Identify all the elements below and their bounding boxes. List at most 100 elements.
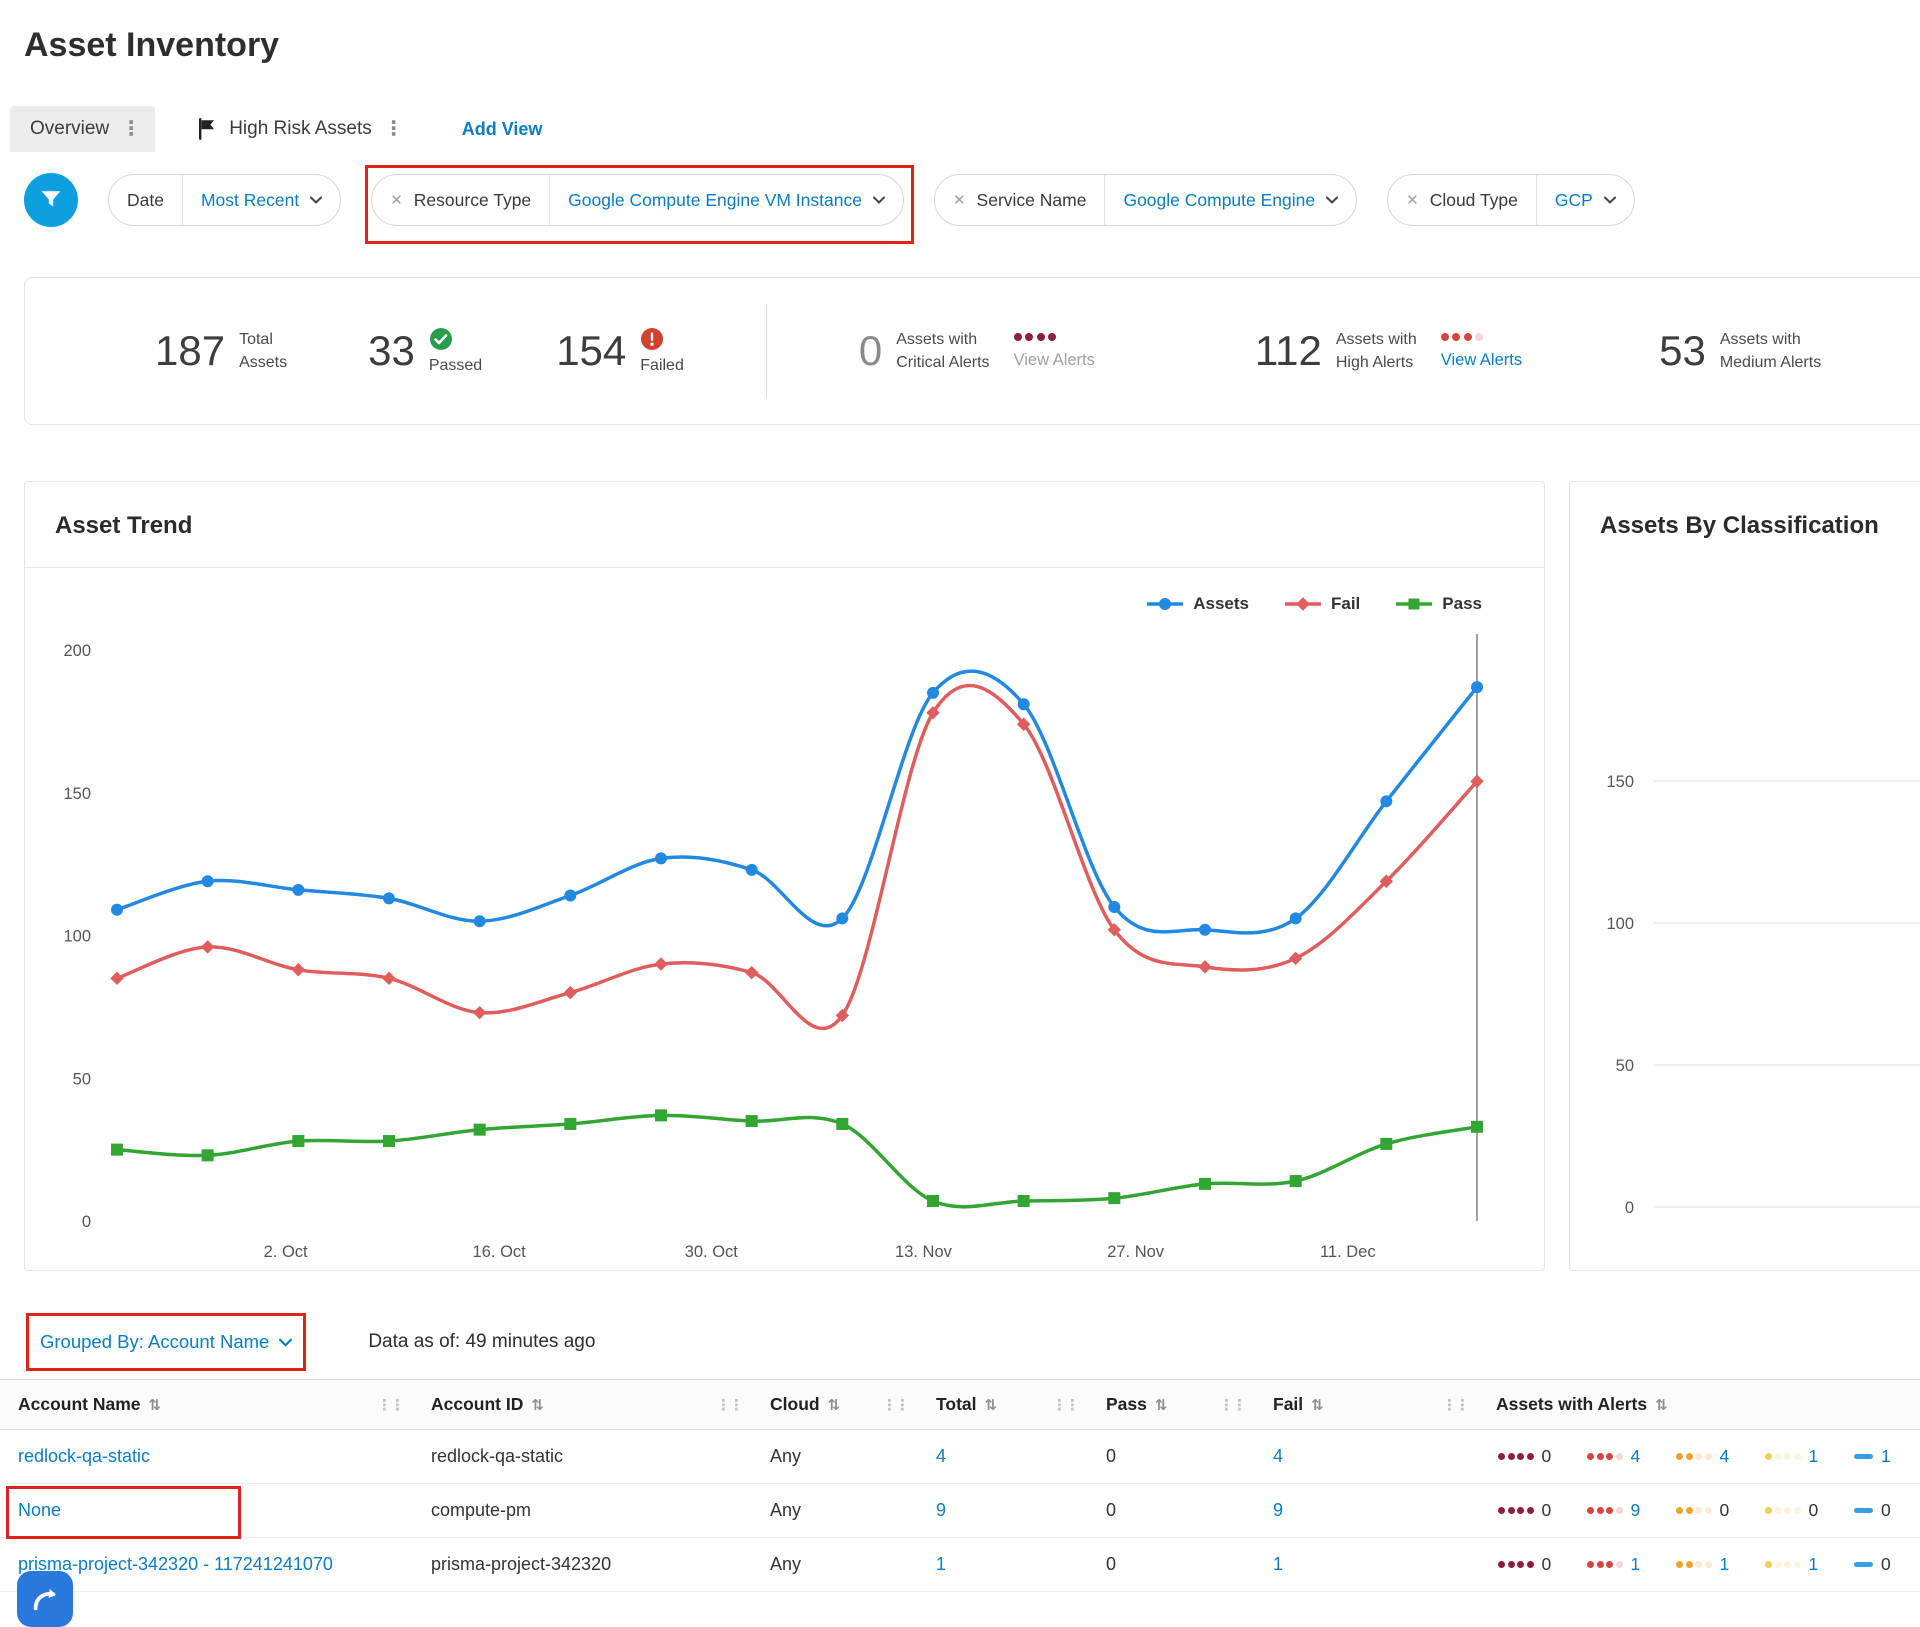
high-severity-icon — [1587, 1507, 1623, 1514]
informational-severity-icon — [1854, 1508, 1873, 1513]
sort-icon[interactable]: ⇅ — [828, 1396, 841, 1414]
asset-trend-plot[interactable]: 0501001502002. Oct16. Oct30. Oct13. Nov2… — [25, 568, 1544, 1268]
remove-filter-icon[interactable]: ✕ — [953, 191, 966, 209]
account-name-link[interactable]: prisma-project-342320 - 117241241070 — [18, 1554, 333, 1574]
pass-count: 0 — [1106, 1446, 1116, 1466]
filter-service-name-value[interactable]: Google Compute Engine — [1123, 190, 1315, 211]
total-assets-label-2: Assets — [239, 353, 287, 372]
filter-date[interactable]: Date Most Recent — [108, 174, 341, 226]
add-view-button[interactable]: Add View — [462, 119, 543, 140]
column-grip-icon[interactable]: ⋮⋮ — [377, 1396, 403, 1414]
charts-row: Asset Trend Assets Fail Pass 0501001502002… — [24, 481, 1920, 1271]
alerts-low[interactable]: 1 — [1765, 1446, 1854, 1467]
help-chat-button[interactable] — [17, 1571, 73, 1627]
sort-icon[interactable]: ⇅ — [1155, 1396, 1168, 1414]
svg-text:30. Oct: 30. Oct — [685, 1243, 739, 1261]
col-header-fail[interactable]: Fail⇅⋮⋮ — [1255, 1380, 1478, 1430]
col-header-assets-with-alerts[interactable]: Assets with Alerts⇅ — [1478, 1380, 1920, 1430]
view-high-alerts-link[interactable]: View Alerts — [1441, 351, 1522, 370]
filter-cloud-type[interactable]: ✕ Cloud Type GCP — [1387, 174, 1635, 226]
alerts-medium-count[interactable]: 4 — [1720, 1446, 1730, 1467]
alerts-informational: 0 — [1854, 1500, 1920, 1521]
fail-link[interactable]: 4 — [1273, 1446, 1283, 1466]
critical-label-2: Critical Alerts — [896, 353, 989, 372]
col-label: Pass — [1106, 1394, 1147, 1415]
data-as-of-text: Data as of: 49 minutes ago — [368, 1331, 595, 1353]
asset-trend-panel: Asset Trend Assets Fail Pass 0501001502002… — [24, 481, 1545, 1271]
medium-severity-icon — [1676, 1453, 1712, 1460]
overview-tab-menu-icon[interactable]: ⋮ — [121, 119, 141, 139]
account-name-link[interactable]: None — [18, 1500, 61, 1520]
medium-label-1: Assets with — [1720, 330, 1821, 349]
filter-cloud-type-value[interactable]: GCP — [1555, 190, 1593, 211]
tab-high-risk-assets[interactable]: High Risk Assets ⋮ — [177, 106, 418, 152]
chevron-down-icon[interactable] — [1604, 196, 1616, 204]
total-link[interactable]: 4 — [936, 1446, 946, 1466]
stat-failed: 154 Failed — [556, 327, 684, 375]
remove-filter-icon[interactable]: ✕ — [390, 191, 403, 209]
svg-text:150: 150 — [1606, 773, 1634, 791]
filter-button[interactable] — [24, 173, 78, 227]
col-header-account-id[interactable]: Account ID⇅⋮⋮ — [413, 1380, 752, 1430]
sort-icon[interactable]: ⇅ — [1655, 1396, 1668, 1414]
column-grip-icon[interactable]: ⋮⋮ — [1442, 1396, 1468, 1414]
alerts-high[interactable]: 9 — [1587, 1500, 1676, 1521]
column-grip-icon[interactable]: ⋮⋮ — [1052, 1396, 1078, 1414]
legend-pass[interactable]: Pass — [1396, 594, 1482, 614]
column-grip-icon[interactable]: ⋮⋮ — [882, 1396, 908, 1414]
legend-fail[interactable]: Fail — [1285, 594, 1360, 614]
remove-filter-icon[interactable]: ✕ — [1406, 191, 1419, 209]
account-name-link[interactable]: redlock-qa-static — [18, 1446, 150, 1466]
col-header-total[interactable]: Total ⇅ ⋮⋮ — [918, 1380, 1088, 1430]
sort-icon[interactable]: ⇅ — [985, 1396, 998, 1414]
medium-alerts-value: 53 — [1659, 330, 1706, 372]
col-header-cloud[interactable]: Cloud⇅⋮⋮ — [752, 1380, 918, 1430]
pass-count: 0 — [1106, 1500, 1116, 1520]
asset-trend-title: Asset Trend — [25, 482, 1544, 568]
filter-service-name[interactable]: ✕ Service Name Google Compute Engine — [934, 174, 1357, 226]
filter-date-value[interactable]: Most Recent — [201, 190, 299, 211]
alerts-low-count[interactable]: 1 — [1809, 1554, 1819, 1575]
col-header-pass[interactable]: Pass ⇅ ⋮⋮ — [1088, 1380, 1255, 1430]
account-id: redlock-qa-static — [431, 1446, 563, 1466]
chevron-down-icon[interactable] — [1326, 196, 1338, 204]
stat-high-alerts: 112 Assets with High Alerts View Alerts — [1255, 330, 1522, 372]
summary-stats-card: 187 Total Assets 33 Passed 154 Failed — [24, 277, 1920, 425]
column-grip-icon[interactable]: ⋮⋮ — [1219, 1396, 1245, 1414]
sort-icon[interactable]: ⇅ — [149, 1396, 162, 1414]
chevron-down-icon[interactable] — [310, 196, 322, 204]
col-label: Total — [936, 1394, 977, 1415]
alerts-high-count[interactable]: 4 — [1631, 1446, 1641, 1467]
legend-assets[interactable]: Assets — [1147, 594, 1249, 614]
column-grip-icon[interactable]: ⋮⋮ — [716, 1396, 742, 1414]
sort-icon[interactable]: ⇅ — [531, 1396, 544, 1414]
medium-label-2: Medium Alerts — [1720, 353, 1821, 372]
alerts-medium-count[interactable]: 1 — [1720, 1554, 1730, 1575]
fail-link[interactable]: 1 — [1273, 1554, 1283, 1574]
high-risk-tab-menu-icon[interactable]: ⋮ — [384, 119, 404, 139]
alerts-high[interactable]: 4 — [1587, 1446, 1676, 1467]
alerts-informational-count[interactable]: 1 — [1881, 1446, 1891, 1467]
grouped-by-dropdown[interactable]: Grouped By: Account Name — [40, 1331, 292, 1353]
alerts-high[interactable]: 1 — [1587, 1554, 1676, 1575]
col-header-account-name[interactable]: Account Name⇅⋮⋮ — [0, 1380, 413, 1430]
alerts-informational[interactable]: 1 — [1854, 1446, 1920, 1467]
alerts-high-count[interactable]: 9 — [1631, 1500, 1641, 1521]
filter-resource-type[interactable]: ✕ Resource Type Google Compute Engine VM… — [371, 174, 904, 226]
high-severity-icon — [1587, 1453, 1623, 1460]
chevron-down-icon[interactable] — [873, 196, 885, 204]
alerts-low-count[interactable]: 1 — [1809, 1446, 1819, 1467]
alerts-high-count[interactable]: 1 — [1631, 1554, 1641, 1575]
fail-link[interactable]: 9 — [1273, 1500, 1283, 1520]
total-link[interactable]: 1 — [936, 1554, 946, 1574]
sort-icon[interactable]: ⇅ — [1311, 1396, 1324, 1414]
filter-resource-type-value[interactable]: Google Compute Engine VM Instance — [568, 190, 862, 211]
total-link[interactable]: 9 — [936, 1500, 946, 1520]
alerts-medium[interactable]: 1 — [1676, 1554, 1765, 1575]
view-critical-alerts-link: View Alerts — [1014, 351, 1095, 370]
alerts-informational-count: 0 — [1881, 1500, 1891, 1521]
tab-overview[interactable]: Overview ⋮ — [10, 106, 155, 152]
alerts-low[interactable]: 1 — [1765, 1554, 1854, 1575]
alerts-medium[interactable]: 4 — [1676, 1446, 1765, 1467]
svg-text:200: 200 — [63, 642, 91, 660]
